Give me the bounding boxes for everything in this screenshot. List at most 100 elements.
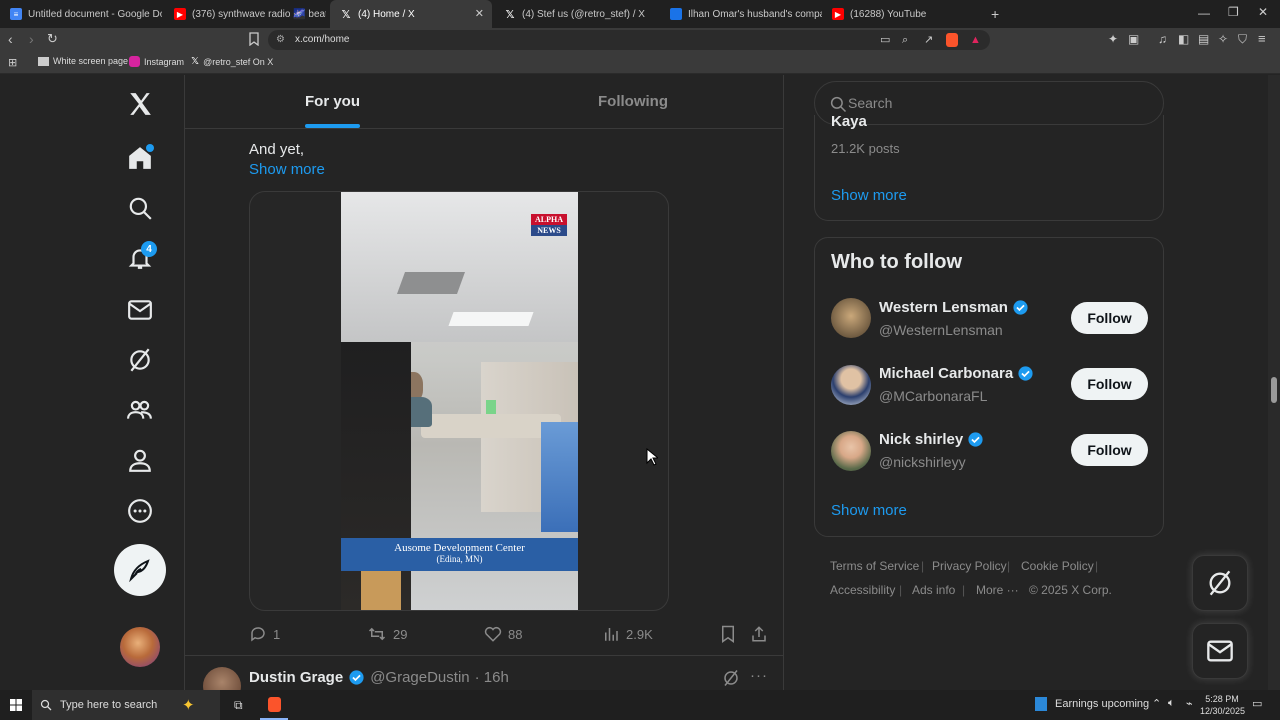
task-view-icon[interactable]: ⧉ bbox=[234, 698, 243, 713]
scrollbar-thumb[interactable] bbox=[1271, 377, 1277, 403]
menu-icon[interactable]: ≡ bbox=[1258, 31, 1266, 46]
ads-info-link[interactable]: Ads info bbox=[912, 583, 955, 597]
clock[interactable]: 5:28 PM 12/30/2025 bbox=[1200, 693, 1245, 717]
compose-post-button[interactable] bbox=[114, 544, 166, 596]
grok-icon[interactable] bbox=[722, 669, 740, 687]
reader-mode-icon[interactable]: ▭ bbox=[880, 30, 890, 50]
grok-icon[interactable] bbox=[125, 345, 155, 375]
follow-button[interactable]: Follow bbox=[1071, 434, 1148, 466]
communities-icon[interactable] bbox=[125, 395, 155, 425]
messages-floating-button[interactable] bbox=[1192, 623, 1248, 679]
account-name-row[interactable]: Western Lensman bbox=[879, 299, 1029, 316]
back-icon[interactable]: ‹ bbox=[8, 31, 13, 47]
bookmark-item[interactable]: White screen page bbox=[38, 56, 128, 66]
messages-icon[interactable] bbox=[125, 295, 155, 325]
search-icon[interactable] bbox=[125, 193, 155, 223]
scrollbar-track[interactable] bbox=[1268, 75, 1280, 690]
bookmark-item[interactable]: Instagram bbox=[129, 56, 184, 67]
post-more-icon[interactable]: ··· bbox=[750, 667, 768, 684]
apps-grid-icon[interactable]: ⊞ bbox=[8, 56, 17, 69]
account-handle[interactable]: @nickshirleyy bbox=[879, 454, 966, 470]
show-more-link[interactable]: Show more bbox=[249, 161, 325, 178]
zoom-icon[interactable]: ⌕ bbox=[902, 30, 908, 50]
browser-tab[interactable]: 𝕏 (4) Stef us (@retro_stef) / X bbox=[494, 0, 656, 28]
trend-title[interactable]: Kaya bbox=[831, 115, 867, 130]
url-field[interactable]: ⚙ x.com/home ▭ ⌕ ↗ ▲ bbox=[268, 30, 990, 50]
news-text: Earnings upcoming bbox=[1055, 698, 1150, 710]
windows-start-icon[interactable] bbox=[10, 699, 22, 711]
repost-button[interactable]: 29 bbox=[367, 625, 407, 643]
profile-icon[interactable] bbox=[125, 445, 155, 475]
taskbar-search[interactable]: Type here to search ✦ bbox=[32, 690, 220, 720]
volume-icon[interactable]: 🔈︎ bbox=[1168, 697, 1175, 710]
forward-icon[interactable]: › bbox=[29, 31, 34, 47]
terms-link[interactable]: Terms of Service bbox=[830, 559, 919, 573]
follow-button[interactable]: Follow bbox=[1071, 368, 1148, 400]
extensions-icon[interactable]: ✦ bbox=[1108, 32, 1118, 46]
more-icon[interactable] bbox=[125, 496, 155, 526]
notification-center-icon[interactable]: ▭ bbox=[1252, 697, 1262, 710]
tab-for-you[interactable]: For you bbox=[305, 93, 360, 110]
bookmark-button[interactable] bbox=[719, 625, 737, 643]
reply-button[interactable]: 1 bbox=[249, 625, 280, 643]
reload-icon[interactable]: ↻ bbox=[47, 31, 58, 47]
cookie-link[interactable]: Cookie Policy bbox=[1021, 559, 1094, 573]
account-avatar[interactable] bbox=[831, 431, 871, 471]
brave-taskbar-app[interactable] bbox=[260, 690, 288, 720]
account-name-row[interactable]: Nick shirley bbox=[879, 431, 984, 448]
network-icon[interactable]: ⌁ bbox=[1186, 697, 1193, 710]
minimize-icon[interactable]: — bbox=[1198, 6, 1210, 20]
post-media[interactable]: ALPHA NEWS Ausome Development Center (Ed… bbox=[249, 191, 669, 611]
views-button[interactable]: 2.9K bbox=[602, 625, 653, 643]
share-icon[interactable]: ↗ bbox=[924, 30, 933, 50]
browser-tab[interactable]: ▶ (376) synthwave radio 🌌 beats bbox=[164, 0, 326, 28]
copilot-icon[interactable]: ✦ bbox=[182, 696, 195, 714]
account-name-row[interactable]: Michael Carbonara bbox=[879, 365, 1034, 382]
post-time[interactable]: · 16h bbox=[475, 669, 509, 686]
post-author-avatar[interactable] bbox=[203, 667, 241, 690]
account-avatar[interactable] bbox=[831, 298, 871, 338]
account-handle[interactable]: @WesternLensman bbox=[879, 322, 1003, 338]
restore-icon[interactable]: ❐ bbox=[1228, 5, 1239, 19]
like-button[interactable]: 88 bbox=[484, 625, 522, 643]
vpn-icon[interactable]: ⛉ bbox=[1238, 32, 1247, 47]
music-icon[interactable]: ♫ bbox=[1158, 32, 1167, 46]
grok-floating-button[interactable] bbox=[1192, 555, 1248, 611]
follow-button[interactable]: Follow bbox=[1071, 302, 1148, 334]
account-handle[interactable]: @MCarbonaraFL bbox=[879, 388, 987, 404]
bookmark-page-icon[interactable] bbox=[248, 32, 260, 46]
accessibility-link[interactable]: Accessibility bbox=[830, 583, 895, 597]
new-tab-icon[interactable]: + bbox=[991, 6, 999, 22]
footer-more-link[interactable]: More ··· bbox=[976, 583, 1019, 597]
heart-icon bbox=[484, 627, 502, 642]
brave-shields-icon[interactable] bbox=[946, 33, 958, 47]
leo-ai-icon[interactable]: ✧ bbox=[1218, 32, 1228, 46]
privacy-link[interactable]: Privacy Policy bbox=[932, 559, 1007, 573]
trends-show-more[interactable]: Show more bbox=[831, 187, 907, 204]
home-icon[interactable] bbox=[125, 143, 155, 173]
news-widget[interactable]: Earnings upcoming bbox=[1035, 697, 1149, 711]
who-to-follow-show-more[interactable]: Show more bbox=[831, 502, 907, 519]
tray-chevron-icon[interactable]: ⌃ bbox=[1152, 697, 1161, 710]
notifications-icon[interactable]: 4 bbox=[125, 241, 157, 273]
bookmark-item[interactable]: 𝕏 @retro_stef On X bbox=[191, 56, 273, 67]
wallet-icon[interactable]: ▣ bbox=[1128, 32, 1139, 46]
browser-tab[interactable]: ≡ Untitled document - Google Docs bbox=[0, 0, 162, 28]
tab-following[interactable]: Following bbox=[598, 93, 668, 110]
account-avatar[interactable] bbox=[831, 365, 871, 405]
sidebar-icon[interactable]: ◧ bbox=[1178, 32, 1189, 46]
x-logo-icon[interactable] bbox=[125, 89, 155, 119]
browser-tab[interactable]: Ilhan Omar's husband's companies s bbox=[660, 0, 822, 28]
wallet2-icon[interactable]: ▤ bbox=[1198, 32, 1209, 46]
share-button[interactable] bbox=[750, 625, 768, 643]
author-handle[interactable]: @GrageDustin bbox=[370, 669, 469, 686]
browser-tab[interactable]: ▶ (16288) YouTube bbox=[822, 0, 984, 28]
site-info-icon[interactable]: ⚙ bbox=[276, 30, 285, 50]
close-window-icon[interactable]: ✕ bbox=[1258, 5, 1268, 19]
account-avatar[interactable] bbox=[120, 627, 160, 667]
author-name[interactable]: Dustin Grage bbox=[249, 669, 343, 686]
search-placeholder: Search bbox=[848, 95, 893, 111]
browser-tab-active[interactable]: 𝕏 (4) Home / X ✕ bbox=[330, 0, 492, 28]
close-tab-icon[interactable]: ✕ bbox=[475, 7, 484, 20]
brave-rewards-icon[interactable]: ▲ bbox=[970, 30, 981, 50]
